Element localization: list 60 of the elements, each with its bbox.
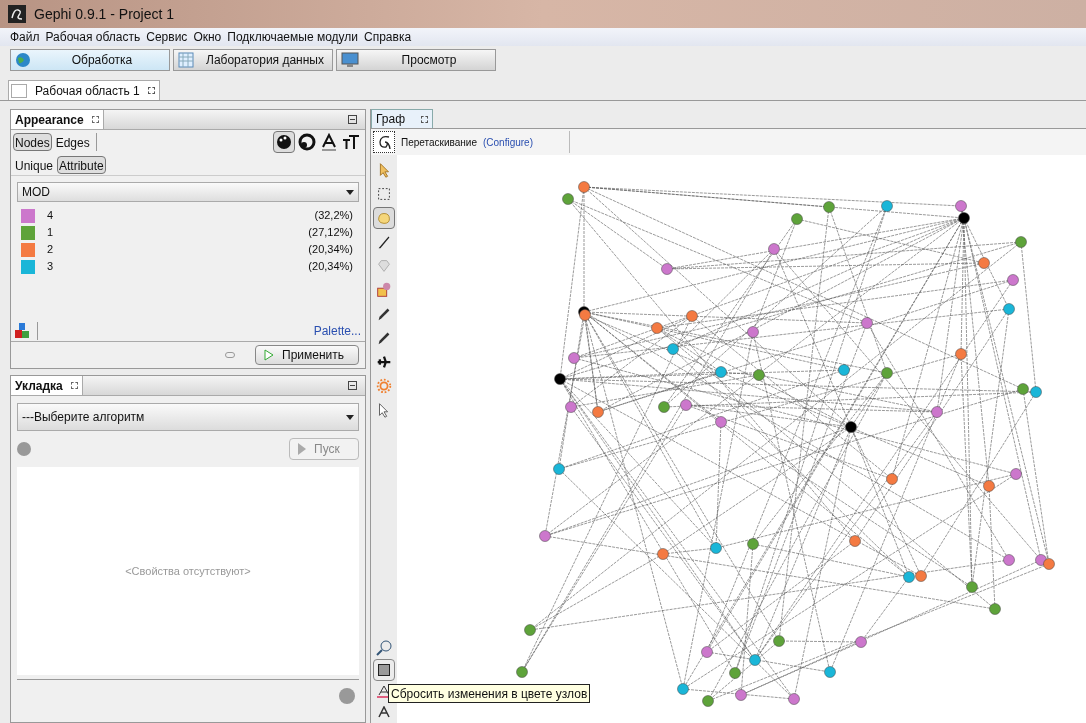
element-tab[interactable]: Nodes [13,133,52,151]
palette-icon[interactable] [273,131,295,153]
close-icon[interactable] [91,116,99,123]
close-icon[interactable] [70,382,78,389]
element-tab[interactable]: Edges [53,133,92,151]
graph-nodes[interactable] [516,181,1055,707]
window-title: Gephi 0.9.1 - Project 1 [34,4,175,24]
minimize-icon[interactable] [348,115,357,124]
run-button: Пуск [289,438,359,460]
label-color-icon[interactable] [319,132,339,152]
apply-button[interactable]: Применить [255,345,359,365]
menu-item[interactable]: Справка [364,28,412,46]
cubes-icon[interactable] [15,322,29,339]
close-icon[interactable] [421,115,429,123]
perspective-tab[interactable]: Лаборатория данных [173,49,333,71]
perspective-tab[interactable]: Просмотр [336,49,496,71]
monitor-icon [341,52,359,68]
algorithm-dropdown[interactable]: ---Выберите алгоритм [17,403,359,431]
menu-item[interactable]: Рабочая область [45,28,141,46]
column-dropdown[interactable]: MOD [17,182,359,202]
perspective-tab[interactable]: Обработка [10,49,170,71]
menu-item[interactable]: Подключаемые модули [227,28,358,46]
partition-swatch[interactable] [21,225,35,240]
play-icon [298,443,306,455]
graph-tab[interactable]: Граф [371,109,434,128]
partition-label: 2 [47,242,54,258]
menu-item[interactable]: Окно [193,28,222,46]
partition-label: 3 [47,259,54,275]
configure-link[interactable]: (Configure) [482,134,533,150]
partition-label: 1 [47,225,54,241]
menu-item[interactable]: Файл [10,28,40,46]
partition-share: (20,34%) [308,259,353,275]
table-icon [178,52,194,68]
partition-swatch[interactable] [21,242,35,257]
partition-share: (20,34%) [308,242,353,258]
mode-tab[interactable]: Unique [13,155,56,174]
zoom-icon[interactable] [375,639,393,657]
palette-link[interactable]: Palette... [313,321,361,340]
mode-tab[interactable]: Attribute [57,155,106,174]
partition-swatch[interactable] [21,259,35,274]
active-tool-name: Перетаскивание [401,135,477,150]
empty-properties-text: <Свойства отсутствуют> [125,563,251,579]
partition-share: (27,12%) [308,225,353,241]
node-color-reset-icon[interactable] [373,659,395,681]
tooltip: Сбросить изменения в цвете узлов [388,684,591,703]
partition-label: 4 [47,208,54,224]
size-icon[interactable] [297,132,317,152]
workspace-tab[interactable]: Рабочая область 1 [8,80,160,100]
play-icon [264,349,274,361]
menu-item[interactable]: Сервис [146,28,188,46]
globe-icon [15,52,31,68]
app-logo-icon [8,5,26,23]
document-icon [11,83,27,98]
partition-swatch[interactable] [21,208,35,223]
partition-share: (32,2%) [314,208,353,224]
label-size-icon[interactable] [341,132,361,152]
caret-icon [346,414,354,420]
minimize-icon[interactable] [348,381,357,390]
caret-icon [346,189,354,195]
close-icon[interactable] [147,87,155,94]
